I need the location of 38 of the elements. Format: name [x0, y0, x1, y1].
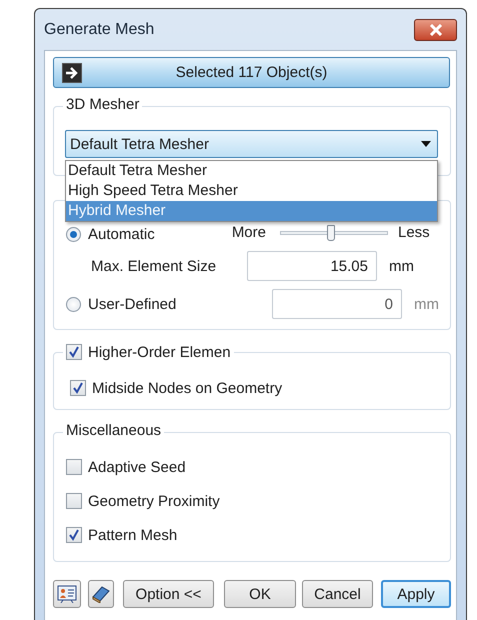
dialog-button[interactable]: Cancel: [302, 580, 373, 608]
checkbox-label: Geometry Proximity: [88, 492, 220, 510]
group-label: 3D Mesher: [66, 96, 140, 113]
slider-label: More: [230, 224, 266, 241]
presentation-button[interactable]: [53, 580, 81, 608]
radio-button[interactable]: [66, 226, 81, 242]
group-label: Miscellaneous: [66, 422, 162, 439]
checkbox[interactable]: [66, 493, 82, 509]
dialog-button[interactable]: Option <<: [123, 580, 214, 608]
close-button[interactable]: [414, 18, 457, 40]
dialog-button[interactable]: OK: [224, 580, 296, 608]
checkbox-label: Adaptive Seed: [88, 458, 186, 476]
slider-thumb[interactable]: [326, 225, 335, 241]
value-field[interactable]: 15.05: [247, 251, 377, 281]
window-title: Generate Mesh: [44, 20, 154, 38]
field-label: Max. Element Size: [90, 258, 218, 274]
eraser-button[interactable]: [88, 580, 114, 608]
radio-label: Automatic: [88, 226, 155, 242]
select-objects-button[interactable]: Selected 117 Object(s): [53, 57, 450, 88]
slider-label: Less: [398, 224, 430, 241]
checkbox[interactable]: [66, 344, 82, 360]
checkbox[interactable]: [66, 459, 82, 475]
dialog-button[interactable]: Apply: [381, 580, 451, 608]
dropdown-option[interactable]: High Speed Tetra Mesher: [66, 181, 437, 201]
dropdown-option[interactable]: Default Tetra Mesher: [66, 161, 437, 181]
checkbox-label: Midside Nodes on Geometry: [92, 380, 282, 396]
checkbox[interactable]: [66, 527, 82, 543]
unit-label: mm: [414, 296, 439, 312]
eraser-icon: [91, 585, 111, 603]
checkbox-label: Higher-Order Elemen: [88, 344, 231, 360]
caret-icon: [421, 141, 431, 147]
checkbox-label: Pattern Mesh: [88, 526, 178, 544]
radio-button[interactable]: [66, 296, 81, 312]
presentation-icon: [57, 585, 77, 603]
radio-label: User-Defined: [88, 296, 176, 312]
unit-label: mm: [389, 258, 414, 274]
checkbox[interactable]: [70, 380, 86, 396]
close-icon: [428, 24, 442, 36]
